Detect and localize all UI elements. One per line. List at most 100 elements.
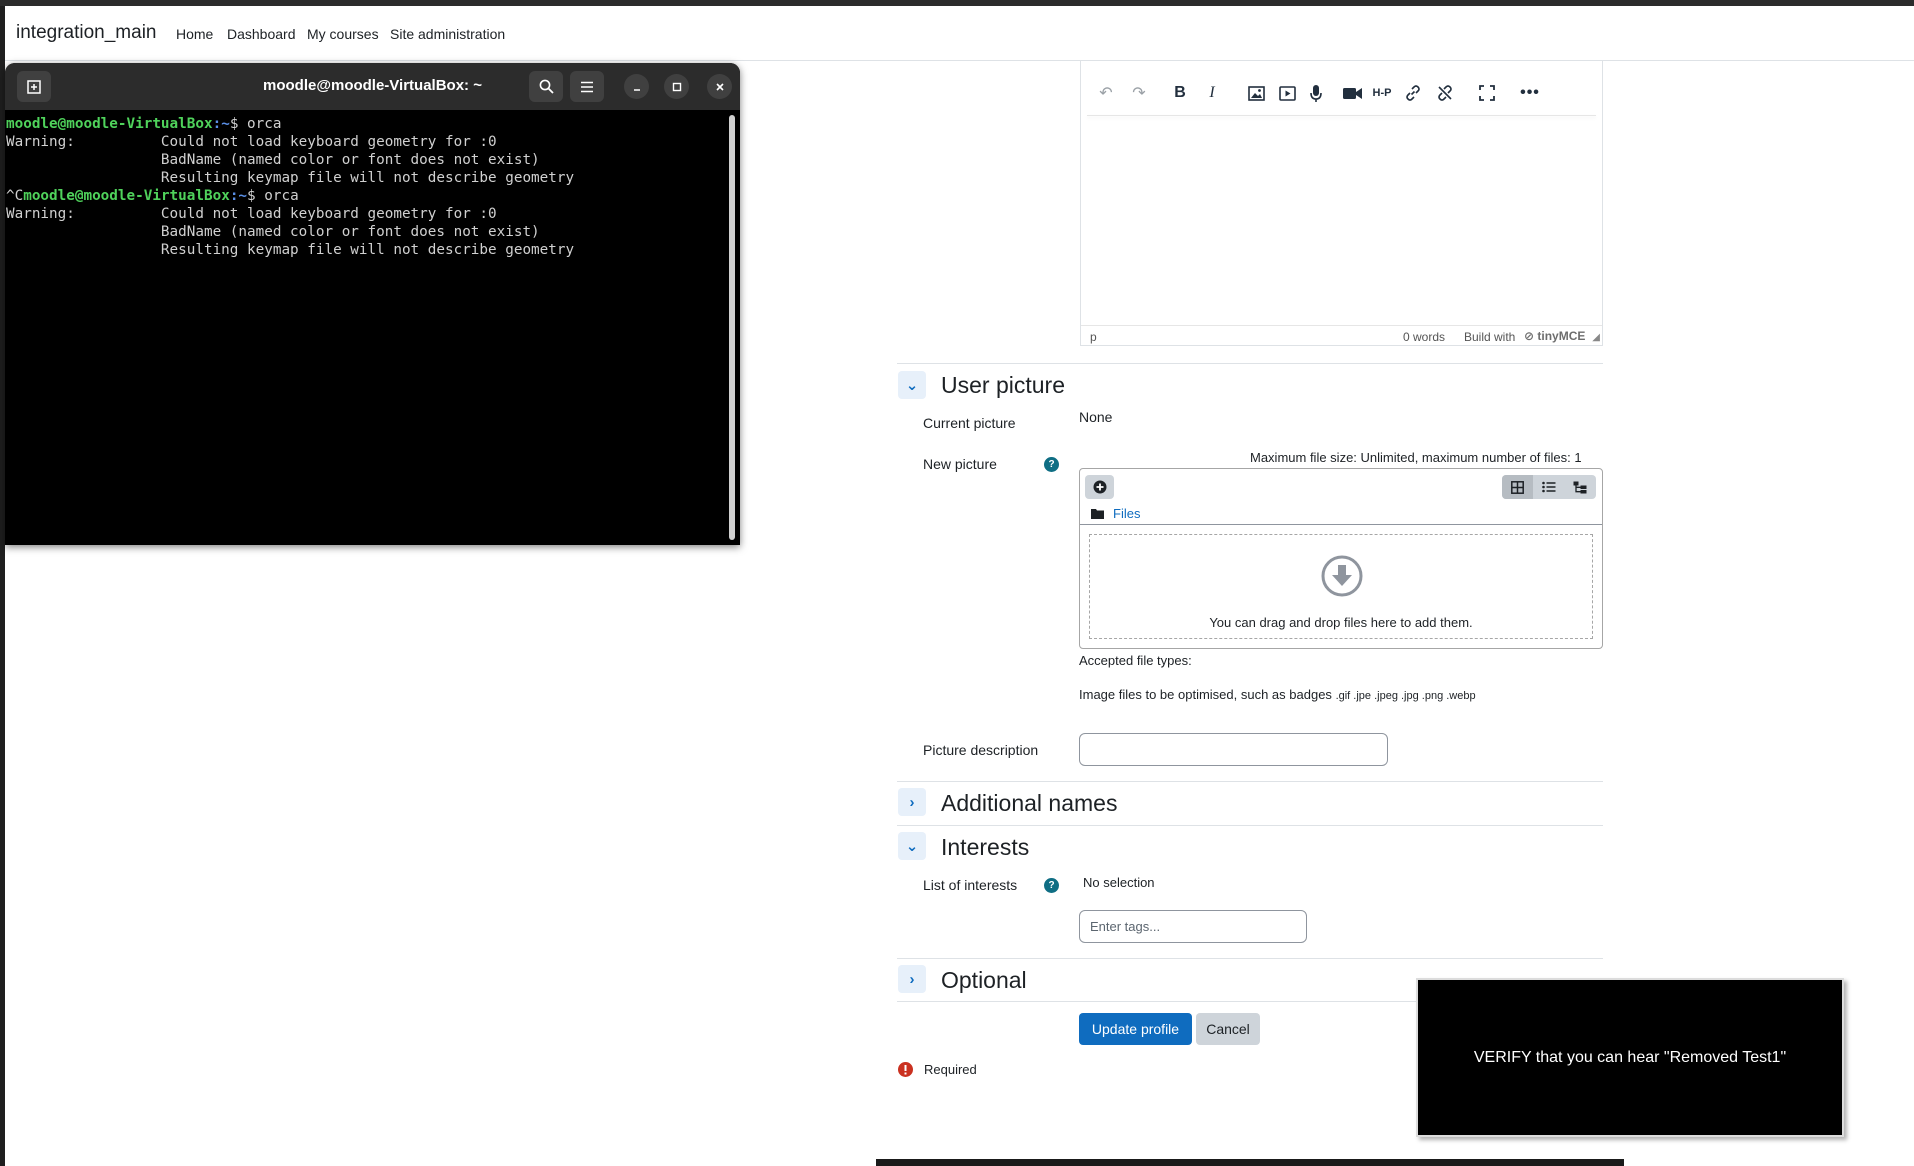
media-icon[interactable] bbox=[1275, 81, 1299, 105]
current-picture-label: Current picture bbox=[923, 415, 1016, 431]
optional-heading[interactable]: Optional bbox=[941, 967, 1027, 994]
terminal-scrollbar[interactable] bbox=[729, 115, 735, 540]
file-manager-toolbar: Files bbox=[1080, 469, 1602, 525]
editor-element-path[interactable]: p bbox=[1090, 330, 1097, 344]
editor-build-with: Build with bbox=[1464, 330, 1516, 344]
undo-icon[interactable]: ↶ bbox=[1094, 81, 1118, 105]
rich-text-editor: ↶ ↷ B I H-P ••• p 0 words Build with ⊘ t… bbox=[1080, 61, 1603, 346]
interests-no-selection: No selection bbox=[1083, 875, 1155, 890]
unlink-icon[interactable] bbox=[1433, 81, 1457, 105]
terminal-line: BadName (named color or font does not ex… bbox=[6, 152, 540, 168]
nav-site-administration[interactable]: Site administration bbox=[390, 26, 505, 42]
optional-expand-icon[interactable]: › bbox=[898, 965, 926, 993]
nav-my-courses[interactable]: My courses bbox=[307, 26, 379, 42]
accepted-file-types-label: Accepted file types: bbox=[1079, 653, 1192, 668]
terminal-line: moodle@moodle-VirtualBox:~$ orca bbox=[6, 115, 730, 133]
search-icon[interactable] bbox=[529, 71, 563, 102]
nav-home[interactable]: Home bbox=[176, 26, 214, 67]
minimize-icon[interactable] bbox=[624, 74, 649, 99]
add-file-button[interactable] bbox=[1085, 475, 1114, 499]
new-picture-label: New picture bbox=[923, 456, 997, 472]
picture-description-label: Picture description bbox=[923, 742, 1039, 758]
terminal-command: $ orca bbox=[247, 188, 299, 204]
section-divider bbox=[897, 781, 1603, 782]
folder-icon bbox=[1091, 509, 1104, 519]
redo-icon[interactable]: ↷ bbox=[1127, 81, 1151, 105]
terminal-line: Warning: Could not load keyboard geometr… bbox=[6, 134, 497, 150]
editor-toolbar-divider bbox=[1087, 115, 1596, 116]
editor-toolbar: ↶ ↷ B I H-P ••• bbox=[1081, 81, 1602, 115]
file-drop-zone[interactable]: You can drag and drop files here to add … bbox=[1089, 534, 1593, 639]
view-tree-button[interactable] bbox=[1564, 475, 1596, 499]
plus-circle-icon bbox=[1093, 480, 1106, 494]
nav-dashboard[interactable]: Dashboard bbox=[227, 26, 296, 42]
terminal-window[interactable]: moodle@moodle-VirtualBox: ~ moodle@moodl… bbox=[5, 63, 740, 545]
terminal-prompt-path: :~ bbox=[212, 116, 230, 132]
terminal-titlebar[interactable]: moodle@moodle-VirtualBox: ~ bbox=[5, 63, 740, 110]
editor-resize-handle[interactable]: ◢ bbox=[1592, 332, 1600, 343]
editor-word-count: 0 words bbox=[1403, 330, 1446, 344]
tinymce-logo[interactable]: ⊘ tinyMCE bbox=[1524, 329, 1585, 343]
close-icon[interactable] bbox=[707, 74, 732, 99]
accepted-file-types-text: Image files to be optimised, such as bad… bbox=[1079, 687, 1332, 702]
verify-instruction-text: VERIFY that you can hear "Removed Test1" bbox=[1473, 1048, 1787, 1066]
verify-instruction-overlay: VERIFY that you can hear "Removed Test1" bbox=[1416, 978, 1844, 1137]
terminal-line: Warning: Could not load keyboard geometr… bbox=[6, 206, 497, 222]
section-divider bbox=[897, 1001, 1417, 1002]
download-arrow-icon bbox=[1321, 555, 1363, 597]
h5p-icon[interactable]: H-P bbox=[1370, 81, 1394, 105]
interests-help-icon[interactable]: ? bbox=[1044, 878, 1059, 893]
list-of-interests-label: List of interests bbox=[923, 877, 1018, 893]
view-list-button[interactable] bbox=[1533, 475, 1564, 499]
additional-names-expand-icon[interactable]: › bbox=[898, 788, 926, 816]
terminal-prompt-user: moodle@moodle-VirtualBox bbox=[23, 188, 230, 204]
files-breadcrumb-link[interactable]: Files bbox=[1113, 506, 1140, 521]
additional-names-heading[interactable]: Additional names bbox=[941, 790, 1117, 817]
view-mode-switcher bbox=[1502, 475, 1596, 499]
video-camera-icon[interactable] bbox=[1340, 81, 1364, 105]
bottom-bar bbox=[876, 1159, 1624, 1166]
drop-zone-text: You can drag and drop files here to add … bbox=[1209, 615, 1473, 630]
cancel-button[interactable]: Cancel bbox=[1196, 1013, 1260, 1045]
terminal-line: Resulting keymap file will not describe … bbox=[6, 170, 575, 186]
terminal-prompt-user: moodle@moodle-VirtualBox bbox=[6, 116, 213, 132]
image-icon[interactable] bbox=[1244, 81, 1268, 105]
required-icon bbox=[898, 1062, 913, 1077]
interests-heading[interactable]: Interests bbox=[941, 834, 1029, 861]
terminal-line: Resulting keymap file will not describe … bbox=[6, 242, 575, 258]
current-picture-value: None bbox=[1079, 409, 1113, 425]
interests-collapse-icon[interactable]: ⌄ bbox=[898, 832, 926, 860]
folder-tree-icon bbox=[1573, 481, 1587, 493]
grid-icon bbox=[1511, 480, 1524, 494]
terminal-command: $ orca bbox=[229, 116, 282, 132]
update-profile-button[interactable]: Update profile bbox=[1079, 1013, 1192, 1045]
tags-input[interactable]: Enter tags... bbox=[1079, 910, 1307, 943]
moodle-navbar: integration_main Home Dashboard My cours… bbox=[5, 6, 1914, 67]
picture-description-input[interactable] bbox=[1079, 733, 1388, 766]
section-divider bbox=[897, 958, 1603, 959]
new-picture-help-icon[interactable]: ? bbox=[1044, 457, 1059, 472]
terminal-output[interactable]: moodle@moodle-VirtualBox:~$ orca Warning:… bbox=[5, 110, 730, 545]
editor-statusbar: p 0 words Build with ⊘ tinyMCE ◢ bbox=[1081, 325, 1602, 346]
list-icon bbox=[1541, 481, 1555, 493]
terminal-prompt-path: :~ bbox=[229, 188, 248, 204]
italic-icon[interactable]: I bbox=[1200, 81, 1224, 105]
tinymce-brand: tinyMCE bbox=[1537, 329, 1586, 343]
user-picture-collapse-icon[interactable]: ⌄ bbox=[898, 371, 926, 399]
bold-icon[interactable]: B bbox=[1168, 81, 1192, 105]
site-brand[interactable]: integration_main bbox=[16, 22, 156, 44]
terminal-interrupt: ^C bbox=[6, 188, 24, 204]
max-file-size-text: Maximum file size: Unlimited, maximum nu… bbox=[1250, 450, 1582, 465]
maximize-icon[interactable] bbox=[664, 74, 689, 99]
view-icons-button[interactable] bbox=[1502, 475, 1533, 499]
fullscreen-icon[interactable] bbox=[1475, 81, 1499, 105]
section-divider bbox=[897, 363, 1603, 364]
required-legend: Required bbox=[924, 1062, 977, 1077]
hamburger-menu-icon[interactable] bbox=[570, 71, 604, 102]
microphone-icon[interactable] bbox=[1304, 81, 1328, 105]
link-icon[interactable] bbox=[1401, 81, 1425, 105]
user-picture-heading[interactable]: User picture bbox=[941, 372, 1065, 399]
file-manager: Files You can drag and drop files here t… bbox=[1079, 468, 1603, 649]
terminal-line: ^Cmoodle@moodle-VirtualBox:~$ orca bbox=[6, 187, 730, 205]
more-icon[interactable]: ••• bbox=[1518, 81, 1542, 105]
